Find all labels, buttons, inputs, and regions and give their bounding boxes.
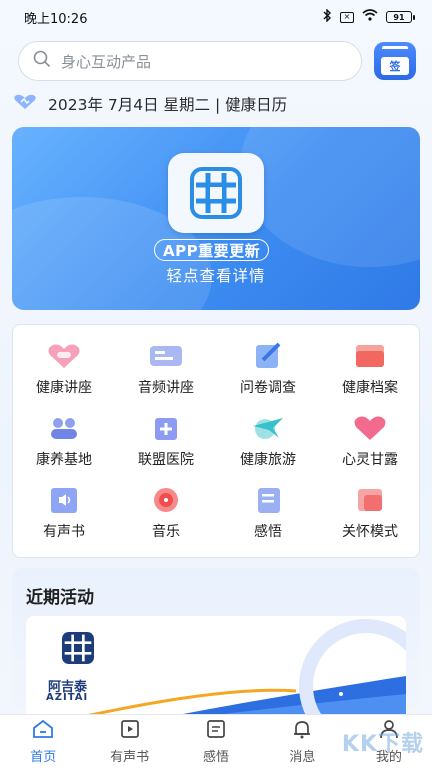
- feature-label: 音乐: [152, 524, 180, 540]
- audio-lecture-icon: [146, 341, 186, 371]
- search-placeholder: 身心互动产品: [61, 52, 152, 71]
- travel-icon: [248, 413, 288, 443]
- feature-travel[interactable]: 健康旅游: [217, 407, 319, 479]
- hospital-icon: [146, 413, 186, 443]
- book-icon: [119, 719, 141, 743]
- home-icon: [32, 719, 54, 743]
- reflection-icon: [248, 485, 288, 515]
- feature-label: 健康旅游: [240, 452, 296, 468]
- care-mode-icon: [350, 485, 390, 515]
- update-banner[interactable]: APP重要更新 轻点查看详情: [12, 127, 420, 310]
- feature-health-lecture[interactable]: 健康讲座: [13, 335, 115, 407]
- feature-label: 心灵甘露: [342, 452, 398, 468]
- heart-icon: [350, 413, 390, 443]
- heart-badge-icon: [12, 94, 38, 114]
- search-row: 身心互动产品 签: [18, 41, 418, 81]
- status-icons: × 91: [322, 7, 415, 26]
- activity-logo-subtext: AZITAI: [46, 692, 89, 703]
- feature-hospital[interactable]: 联盟医院: [115, 407, 217, 479]
- sign-in-button[interactable]: 签: [374, 42, 416, 80]
- feature-audio-lecture[interactable]: 音频讲座: [115, 335, 217, 407]
- feature-grid: 健康讲座 音频讲座 问卷调查 健康档案 康养基地 联盟医院 健康旅游 心灵甘露 …: [13, 335, 419, 551]
- survey-icon: [248, 341, 288, 371]
- date-text: 2023年 7月4日 星期二 | 健康日历: [48, 96, 288, 114]
- notebook-icon: [205, 719, 227, 743]
- feature-label: 关怀模式: [342, 524, 398, 540]
- tab-messages[interactable]: 消息: [259, 715, 345, 768]
- feature-label: 感悟: [254, 524, 282, 540]
- music-icon: [146, 485, 186, 515]
- feature-label: 问卷调查: [240, 380, 296, 396]
- sign-label: 签: [381, 57, 409, 75]
- search-icon: [33, 50, 61, 72]
- tab-audiobook[interactable]: 有声书: [86, 715, 172, 768]
- tab-label: 消息: [289, 749, 316, 765]
- feature-label: 有声书: [43, 524, 85, 540]
- feature-survey[interactable]: 问卷调查: [217, 335, 319, 407]
- tab-label: 感悟: [203, 749, 230, 765]
- activity-banner[interactable]: 阿吉泰 AZITAI: [26, 616, 406, 718]
- activity-logo-icon: [58, 628, 98, 672]
- feature-wellness-base[interactable]: 康养基地: [13, 407, 115, 479]
- audiobook-icon: [44, 485, 84, 515]
- app-logo-icon: [168, 153, 264, 233]
- tab-label: 有声书: [110, 749, 150, 765]
- wifi-icon: [362, 9, 378, 25]
- tab-home[interactable]: 首页: [0, 715, 86, 768]
- feature-label: 音频讲座: [138, 380, 194, 396]
- feature-music[interactable]: 音乐: [115, 479, 217, 551]
- heart-lecture-icon: [44, 341, 84, 371]
- feature-grid-card: 健康讲座 音频讲座 问卷调查 健康档案 康养基地 联盟医院 健康旅游 心灵甘露 …: [12, 324, 420, 558]
- tab-label: 首页: [30, 749, 57, 765]
- update-pill: APP重要更新: [154, 239, 270, 261]
- feature-label: 康养基地: [36, 452, 92, 468]
- feature-label: 联盟医院: [138, 452, 194, 468]
- feature-reflection[interactable]: 感悟: [217, 479, 319, 551]
- banner-subtitle: 轻点查看详情: [166, 267, 266, 285]
- feature-audiobook[interactable]: 有声书: [13, 479, 115, 551]
- section-title: 近期活动: [26, 588, 94, 608]
- tab-reflection[interactable]: 感悟: [173, 715, 259, 768]
- bluetooth-icon: [322, 7, 332, 26]
- feature-care-mode[interactable]: 关怀模式: [319, 479, 421, 551]
- recent-activity-section: 近期活动 阿吉泰 AZITAI: [12, 568, 420, 718]
- feature-label: 健康讲座: [36, 380, 92, 396]
- battery-icon: 91: [386, 11, 415, 23]
- search-input[interactable]: 身心互动产品: [18, 41, 362, 81]
- wellness-base-icon: [44, 413, 84, 443]
- feature-label: 健康档案: [342, 380, 398, 396]
- status-time: 晚上10:26: [24, 11, 88, 27]
- bell-icon: [291, 719, 313, 743]
- health-file-icon: [350, 341, 390, 371]
- feature-health-file[interactable]: 健康档案: [319, 335, 421, 407]
- silent-icon: ×: [340, 11, 354, 23]
- feature-heart[interactable]: 心灵甘露: [319, 407, 421, 479]
- watermark: KK下载: [341, 732, 424, 757]
- status-bar: 晚上10:26 × 91: [0, 0, 432, 34]
- health-calendar-row[interactable]: 2023年 7月4日 星期二 | 健康日历: [12, 93, 287, 115]
